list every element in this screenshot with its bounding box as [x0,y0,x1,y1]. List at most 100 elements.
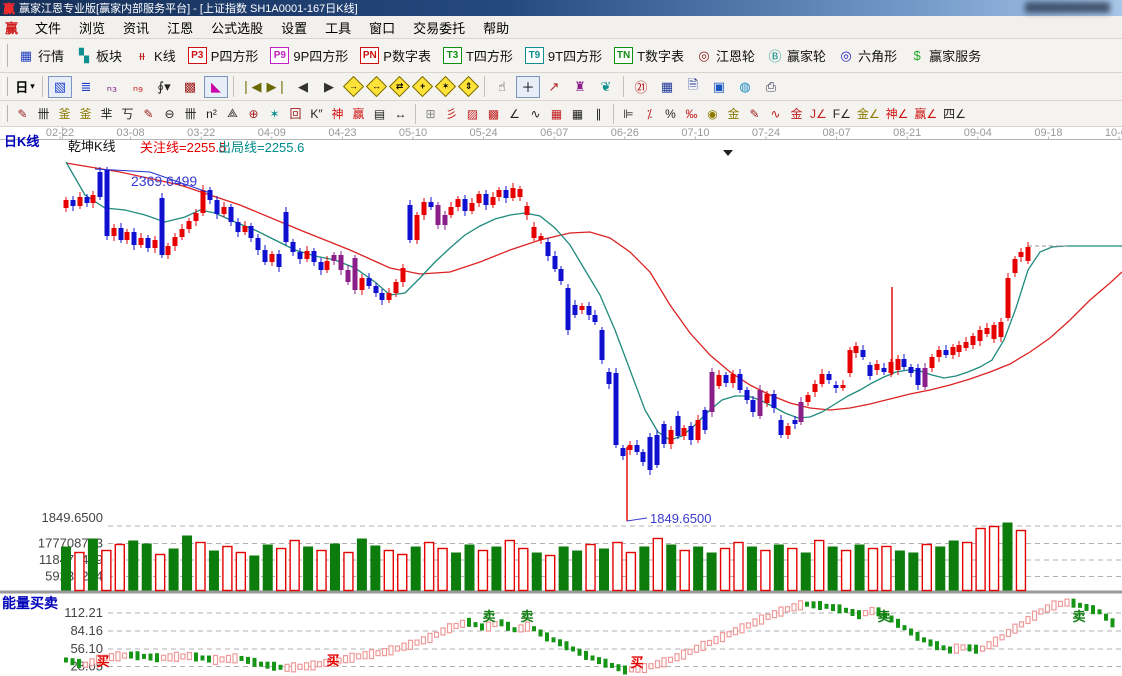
draw-ying[interactable]: 赢 [348,105,369,122]
tb-kline[interactable]: ᵻᵻ K线 [128,44,182,67]
tb-9t-square[interactable]: T9 9T四方形 [519,44,608,67]
tb-winner-service[interactable]: $ 赢家服务 [903,44,987,67]
draw-ruler-123[interactable]: ▤ [369,107,390,121]
draw-web-box[interactable]: 回 [285,105,306,122]
gann-tool-button[interactable]: ♜ [568,76,592,98]
draw-parallel[interactable]: ∥ [588,107,609,121]
menu-settings[interactable]: 设置 [272,19,316,38]
tb-9p-square[interactable]: P9 9P四方形 [264,44,354,67]
menu-browse[interactable]: 浏览 [70,19,114,38]
draw-spiral[interactable]: 丂 [117,105,138,122]
menu-gann[interactable]: 江恩 [158,19,202,38]
trendline-tool-button[interactable]: ↗ [542,76,566,98]
toolbar-grip[interactable] [3,43,8,68]
draw-f-angle[interactable]: F∠ [830,107,854,121]
nav-prev-button[interactable]: ◀ [291,76,315,98]
hand-tool-button[interactable]: ☝ [490,76,514,98]
bars-3-button[interactable]: ₙ₃ [100,76,124,98]
draw-span[interactable]: ↔ [390,107,411,121]
period-selector[interactable]: 日 ▾ [13,76,37,98]
menu-window[interactable]: 窗口 [360,19,404,38]
menu-tools[interactable]: 工具 [316,19,360,38]
draw-gauge[interactable]: ⊫ [618,107,639,121]
tb-p-table[interactable]: PN P数字表 [354,44,437,67]
draw-ruler[interactable]: 卌 [33,105,54,122]
draw-permille[interactable]: ‰ [681,107,702,121]
draw-star-web[interactable]: ✶ [264,107,285,121]
draw-k-quote[interactable]: K″ [306,107,327,121]
info-list-button[interactable]: ≣ [74,76,98,98]
menu-help[interactable]: 帮助 [474,19,518,38]
nav-first-button[interactable]: ❘◀ [239,76,263,98]
draw-gold-angle[interactable]: 金∠ [854,105,883,122]
draw-frame[interactable]: ⊞ [420,107,441,121]
tb-t-square[interactable]: T3 T四方形 [437,44,519,67]
tb-gann-wheel[interactable]: ◎ 江恩轮 [690,44,761,67]
zoom-hexpand-button[interactable]: ↔ [365,75,388,98]
zoom-compress-button[interactable]: ⇄ [388,75,411,98]
draw-wave[interactable]: ∿ [765,107,786,121]
draw-grid-3[interactable]: ▦ [567,107,588,121]
menu-file[interactable]: 文件 [26,19,70,38]
tb-hexagon[interactable]: ◎ 六角形 [832,44,903,67]
draw-percent[interactable]: % [660,107,681,121]
candle-style-button[interactable]: ∮▾ [152,76,176,98]
draw-zigzag[interactable]: ∿ [525,107,546,121]
calendar-button[interactable]: ㉑ [629,76,653,98]
notes-button[interactable]: 🗎 [681,76,705,98]
draw-n2[interactable]: n² [201,107,222,121]
draw-shen-angle[interactable]: 神∠ [883,105,912,122]
web-sync-button[interactable]: ◍ [733,76,757,98]
zoom-right-button[interactable]: → [342,75,365,98]
draw-gold-circle[interactable]: ◉ [702,107,723,121]
pattern-box-button[interactable]: ▩ [178,76,202,98]
color-chart-button[interactable]: ◣ [204,75,228,98]
bars-9-button[interactable]: ₙ₉ [126,76,150,98]
draw-gold-ruler-1[interactable]: 釜 [54,105,75,122]
print-button[interactable]: ⎙ [759,76,783,98]
draw-f-tool[interactable]: 芈 [96,105,117,122]
draw-angle[interactable]: ∠ [504,107,525,121]
fractal-tool-button[interactable]: ❦ [594,76,618,98]
tb-quotes[interactable]: ▦ 行情 [12,44,70,67]
draw-pen-2[interactable]: ✎ [138,107,159,121]
draw-pen-candle[interactable]: ✎ [744,107,765,121]
tb-t-table[interactable]: TN T数字表 [608,44,690,67]
calculator-button[interactable]: ▦ [655,76,679,98]
save-button[interactable]: ▣ [707,76,731,98]
svg-text:日K线: 日K线 [4,134,39,149]
draw-clock[interactable]: ⊖ [159,107,180,121]
tb-p-square[interactable]: P3 P四方形 [182,44,265,67]
menu-news[interactable]: 资讯 [114,19,158,38]
draw-7pct[interactable]: ⁒ [639,107,660,121]
draw-red-grid[interactable]: ▨ [462,107,483,121]
draw-ruler-2[interactable]: 卌 [180,105,201,122]
draw-j-angle[interactable]: J∠ [807,107,830,121]
tb-sectors[interactable]: ▚ 板块 [70,44,128,67]
draw-shen[interactable]: 神 [327,105,348,122]
draw-gold-lines[interactable]: 金 [723,105,744,122]
draw-rays[interactable]: 彡 [441,105,462,122]
zoom-vexpand-button[interactable]: ⇕ [457,75,480,98]
crosshair-tool-button[interactable]: ＋ [516,75,540,98]
draw-web-grid[interactable]: ▩ [483,107,504,121]
draw-four-angle[interactable]: 四∠ [940,105,969,122]
draw-grid-2[interactable]: ▦ [546,107,567,121]
draw-ying-angle[interactable]: 赢∠ [911,105,940,122]
zoom-star-button[interactable]: ✶ [434,75,457,98]
toolbar-grip[interactable] [3,104,8,123]
toolbar-grip[interactable] [3,77,8,96]
draw-gold-ruler-2[interactable]: 釜 [75,105,96,122]
draw-flag[interactable]: ⟁ [222,106,243,121]
chart-view-button[interactable]: ▧ [48,75,72,98]
nav-last-button[interactable]: ▶❘ [265,76,289,98]
draw-gold-level[interactable]: 金 [786,105,807,122]
draw-pen[interactable]: ✎ [12,107,33,121]
zoom-cross-button[interactable]: + [411,75,434,98]
title-bar[interactable]: 赢 赢家江恩专业版[赢家内部服务平台] - [上证指数 SH1A0001-167… [0,0,1122,16]
draw-compass[interactable]: ⊕ [243,107,264,121]
nav-next-button[interactable]: ▶ [317,76,341,98]
tb-winner-wheel[interactable]: Ⓑ 赢家轮 [761,44,832,67]
menu-formula-stockpick[interactable]: 公式选股 [202,19,272,38]
menu-trade[interactable]: 交易委托 [404,19,474,38]
